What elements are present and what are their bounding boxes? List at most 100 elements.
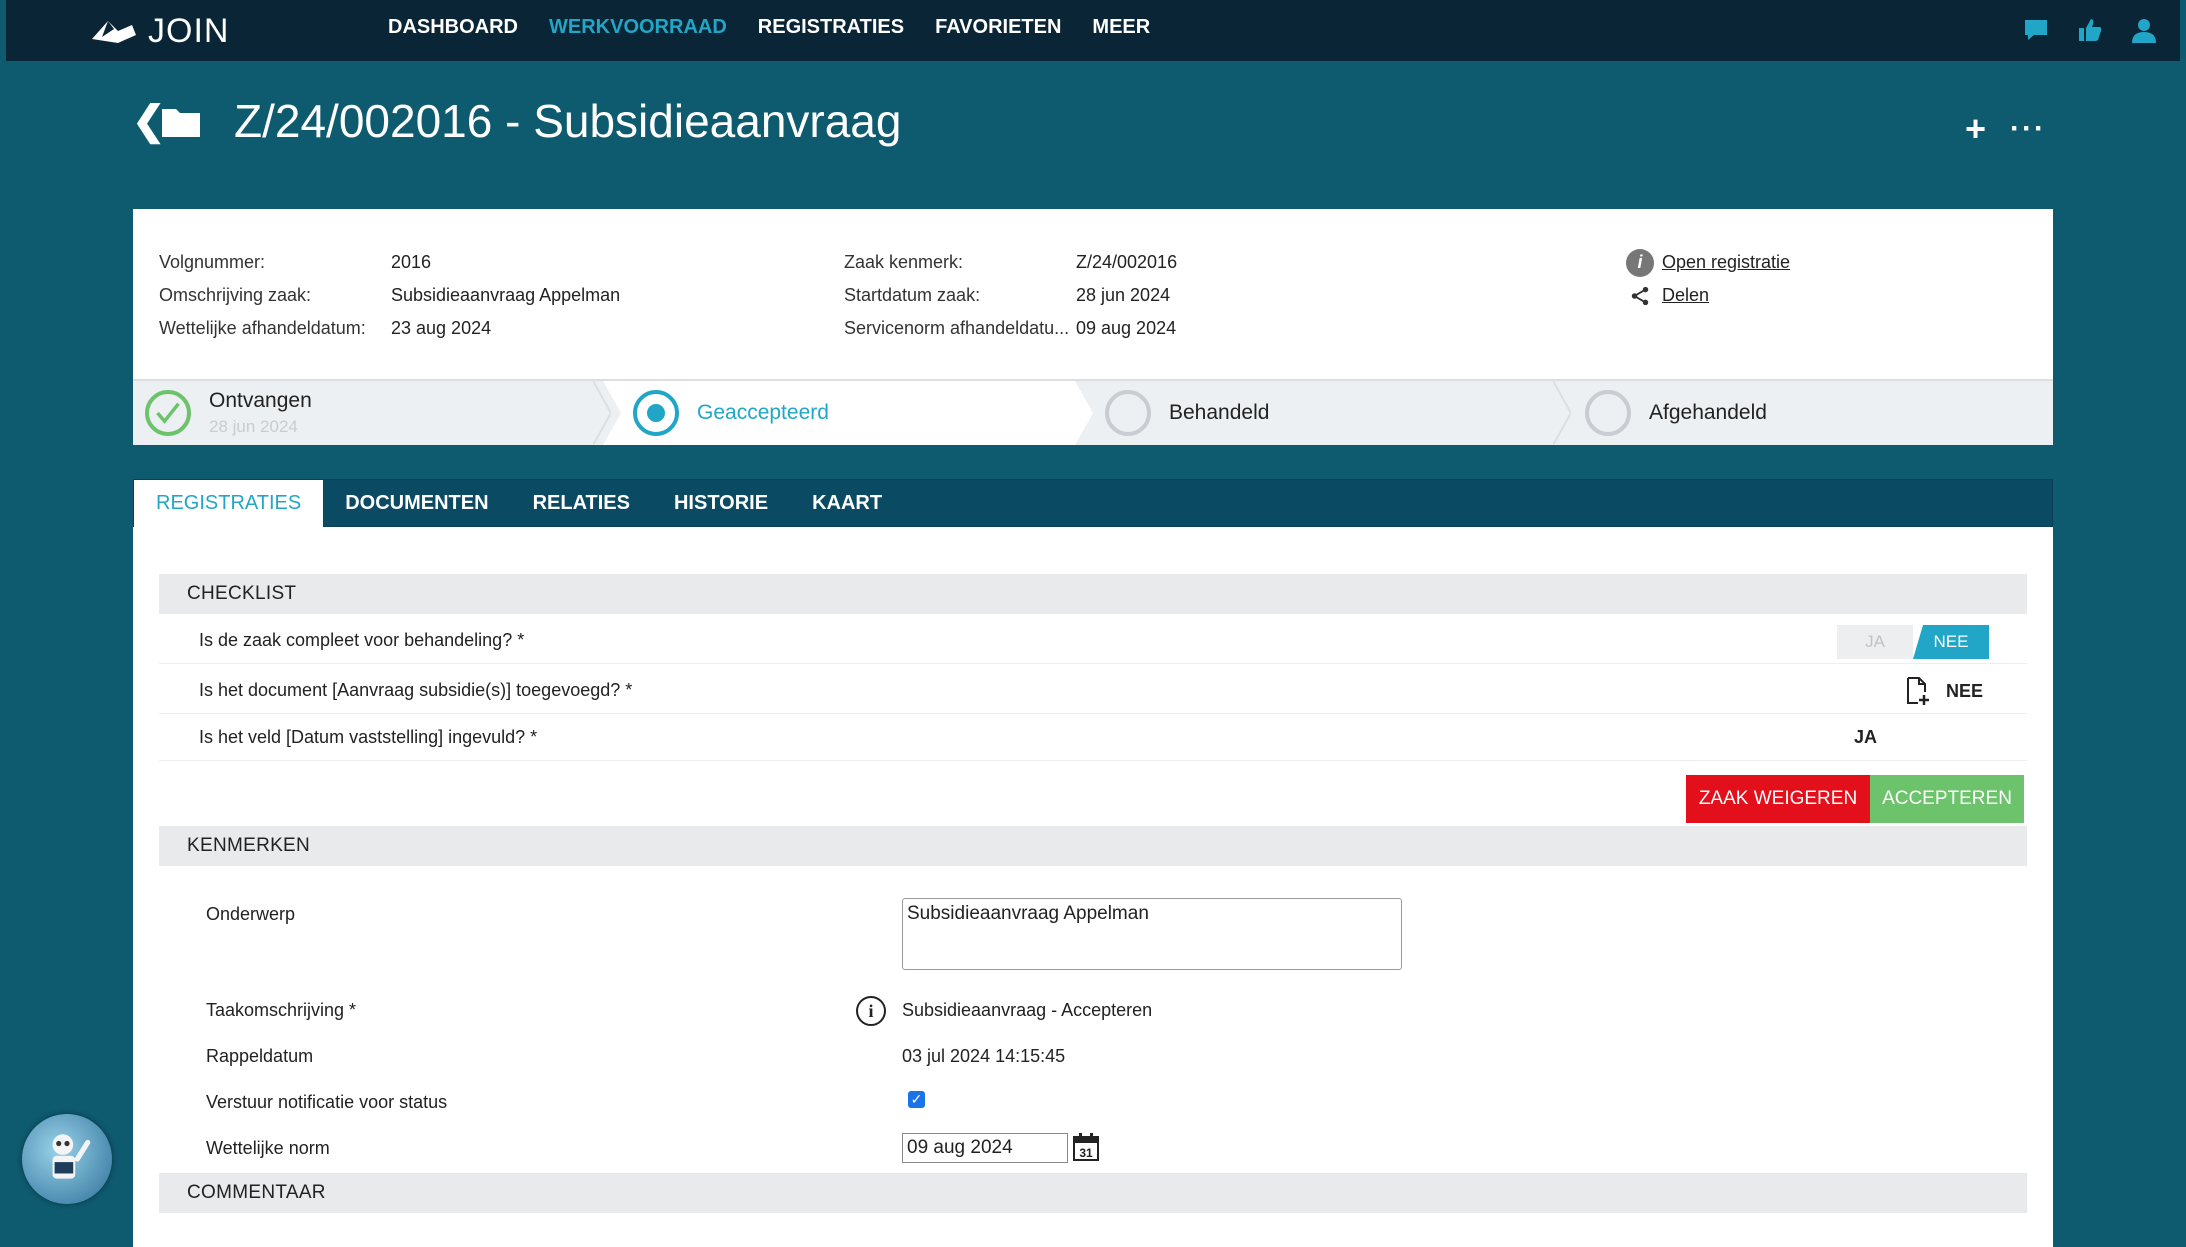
delen-link[interactable]: Delen: [1662, 285, 1709, 306]
step-ontvangen: Ontvangen 28 jun 2024: [145, 381, 615, 445]
thumbs-up-icon[interactable]: [2074, 14, 2106, 46]
main-nav: DASHBOARD WERKVOORRAAD REGISTRATIES FAVO…: [388, 16, 1181, 39]
checklist-header: CHECKLIST: [159, 574, 2027, 614]
detail-value: Z/24/002016: [1076, 252, 1178, 272]
rappeldatum-value: 03 jul 2024 14:15:45: [902, 1046, 1066, 1066]
detail-wettelijke-afhandeldatum: Wettelijke afhandeldatum: 23 aug 2024: [159, 312, 620, 345]
app-name: JOIN: [148, 12, 230, 50]
wettelijke-norm-date-input[interactable]: 09 aug 2024: [902, 1133, 1068, 1163]
top-navigation-bar: JOIN DASHBOARD WERKVOORRAAD REGISTRATIES…: [6, 0, 2180, 61]
detail-servicenorm: Servicenorm afhandeldatu... 09 aug 2024: [844, 312, 1177, 345]
step-divider: [1553, 381, 1571, 445]
details-column-1: Volgnummer: 2016 Omschrijving zaak: Subs…: [159, 246, 620, 345]
notificatie-label: Verstuur notificatie voor status: [206, 1092, 448, 1112]
title-actions: + ···: [1965, 108, 2046, 150]
pending-step-icon: [1105, 390, 1151, 436]
checklist-question: Is het veld [Datum vaststelling] ingevul…: [199, 727, 538, 747]
share-icon: [1626, 282, 1654, 310]
folder-icon: [162, 109, 200, 137]
nav-meer[interactable]: MEER: [1092, 16, 1150, 39]
chat-icon[interactable]: [2020, 14, 2052, 46]
toggle-option-ja[interactable]: JA: [1837, 625, 1913, 659]
rappeldatum-label: Rappeldatum: [206, 1046, 314, 1066]
nav-dashboard[interactable]: DASHBOARD: [388, 16, 518, 39]
open-registratie-link[interactable]: Open registratie: [1662, 252, 1790, 273]
step-divider: [593, 381, 611, 445]
nav-favorieten[interactable]: FAVORIETEN: [935, 16, 1061, 39]
detail-value: Subsidieaanvraag Appelman: [391, 285, 621, 305]
robot-icon: [52, 1134, 91, 1179]
taakomschrijving-value: Subsidieaanvraag - Accepteren: [902, 1000, 1153, 1020]
detail-volgnummer: Volgnummer: 2016: [159, 246, 620, 279]
tab-relaties[interactable]: RELATIES: [511, 480, 652, 526]
detail-label: Omschrijving zaak:: [159, 285, 312, 305]
calendar-day: 31: [1079, 1146, 1093, 1160]
accepteren-button[interactable]: ACCEPTEREN: [1870, 775, 2024, 823]
add-document-icon[interactable]: [1902, 676, 1932, 706]
open-registratie-link-row: i Open registratie: [1626, 246, 1790, 279]
tab-historie[interactable]: HISTORIE: [652, 480, 790, 526]
calendar-icon[interactable]: 31: [1072, 1132, 1100, 1162]
status-stepper: Ontvangen 28 jun 2024 Geaccepteerd Behan…: [133, 379, 2053, 445]
ja-nee-toggle[interactable]: JA NEE: [1837, 625, 1989, 659]
datum-status-value: JA: [1853, 727, 1877, 747]
detail-label: Startdatum zaak:: [844, 285, 981, 305]
details-column-2: Zaak kenmerk: Z/24/002016 Startdatum zaa…: [844, 246, 1177, 345]
tab-registraties[interactable]: REGISTRATIES: [134, 480, 324, 527]
step-date: 28 jun 2024: [209, 417, 298, 436]
detail-zaak-kenmerk: Zaak kenmerk: Z/24/002016: [844, 246, 1177, 279]
checklist-question: Is het document [Aanvraag subsidie(s)] t…: [199, 680, 633, 700]
info-icon[interactable]: i: [856, 996, 886, 1026]
step-label: Ontvangen: [209, 389, 312, 412]
zaak-weigeren-button[interactable]: ZAAK WEIGEREN: [1686, 775, 1870, 823]
checklist-row-document: Is het document [Aanvraag subsidie(s)] t…: [159, 668, 2027, 714]
detail-startdatum: Startdatum zaak: 28 jun 2024: [844, 279, 1177, 312]
title-row: ❮ Z/24/002016 - Subsidieaanvraag: [132, 94, 901, 148]
detail-label: Servicenorm afhandeldatu...: [844, 318, 1070, 338]
nav-registraties[interactable]: REGISTRATIES: [758, 16, 904, 39]
tab-kaart[interactable]: KAART: [790, 480, 904, 526]
step-behandeld: Behandeld: [1105, 381, 1269, 445]
detail-label: Zaak kenmerk:: [844, 252, 964, 272]
detail-omschrijving: Omschrijving zaak: Subsidieaanvraag Appe…: [159, 279, 620, 312]
pending-step-icon: [1585, 390, 1631, 436]
commentaar-header: COMMENTAAR: [159, 1173, 2027, 1213]
notificatie-checkbox[interactable]: ✓: [908, 1091, 925, 1108]
detail-value: 28 jun 2024: [1076, 285, 1171, 305]
back-icon[interactable]: ❮: [132, 98, 166, 144]
info-icon: i: [1626, 248, 1654, 277]
toggle-option-nee[interactable]: NEE: [1913, 625, 1989, 659]
step-geaccepteerd: Geaccepteerd: [603, 381, 1093, 445]
assistant-robot-avatar[interactable]: [22, 1114, 112, 1204]
wettelijke-norm-label: Wettelijke norm: [206, 1138, 330, 1158]
detail-label: Wettelijke afhandeldatum:: [159, 318, 366, 338]
checklist-question: Is de zaak compleet voor behandeling? *: [199, 630, 525, 650]
detail-label: Volgnummer:: [159, 252, 266, 272]
nav-werkvoorraad[interactable]: WERKVOORRAAD: [549, 16, 727, 39]
onderwerp-label: Onderwerp: [206, 904, 296, 924]
detail-value: 23 aug 2024: [391, 318, 492, 338]
join-logo[interactable]: JOIN: [88, 12, 229, 51]
detail-value: 09 aug 2024: [1076, 318, 1177, 338]
step-label: Afgehandeld: [1649, 401, 1767, 424]
step-label: Geaccepteerd: [697, 401, 829, 424]
details-links: i Open registratie Delen: [1626, 246, 1790, 312]
kenmerken-header: KENMERKEN: [159, 826, 2027, 866]
checklist-row-compleet: Is de zaak compleet voor behandeling? * …: [159, 618, 2027, 664]
join-logo-icon: [92, 20, 136, 43]
onderwerp-textarea[interactable]: Subsidieaanvraag Appelman: [902, 898, 1402, 970]
user-icon[interactable]: [2128, 14, 2160, 46]
current-step-icon: [633, 390, 679, 436]
detail-value: 2016: [391, 252, 432, 272]
top-icons: [1998, 14, 2160, 46]
tab-documenten[interactable]: DOCUMENTEN: [323, 480, 510, 526]
check-icon: [145, 390, 191, 436]
more-icon[interactable]: ···: [2010, 112, 2046, 146]
plus-icon[interactable]: +: [1965, 108, 1986, 150]
step-afgehandeld: Afgehandeld: [1585, 381, 1767, 445]
document-status-value: NEE: [1945, 680, 1983, 701]
checklist-row-datum: Is het veld [Datum vaststelling] ingevul…: [159, 715, 2027, 761]
step-label: Behandeld: [1169, 401, 1270, 424]
taakomschrijving-label: Taakomschrijving *: [206, 1000, 357, 1020]
tab-bar: REGISTRATIES DOCUMENTEN RELATIES HISTORI…: [133, 479, 2053, 527]
